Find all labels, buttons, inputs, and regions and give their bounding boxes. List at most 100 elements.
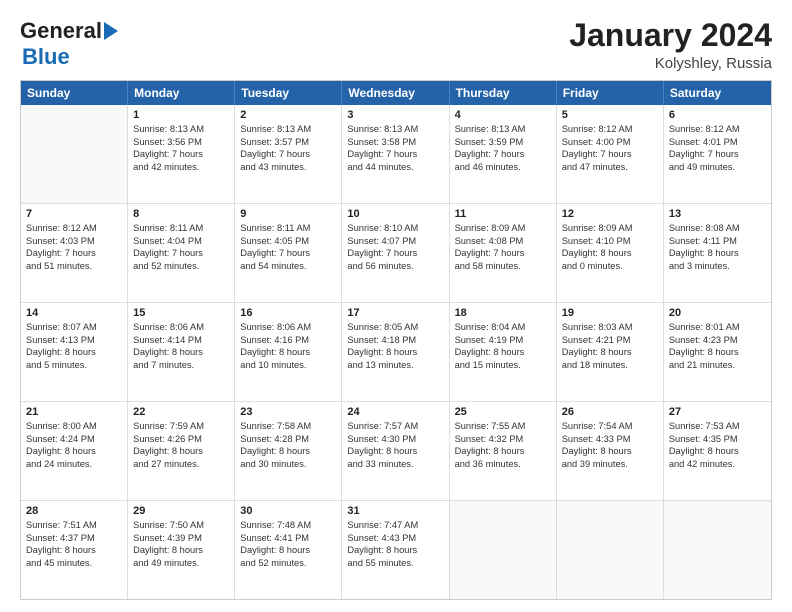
- day-number: 24: [347, 406, 443, 418]
- cal-cell: 18Sunrise: 8:04 AMSunset: 4:19 PMDayligh…: [450, 303, 557, 401]
- cell-info-line: Sunrise: 8:11 AM: [240, 222, 336, 235]
- calendar-body: 1Sunrise: 8:13 AMSunset: 3:56 PMDaylight…: [21, 105, 771, 599]
- cell-info-line: and 39 minutes.: [562, 458, 658, 471]
- day-number: 18: [455, 307, 551, 319]
- cell-info-line: Sunrise: 8:13 AM: [347, 123, 443, 136]
- cal-cell: 19Sunrise: 8:03 AMSunset: 4:21 PMDayligh…: [557, 303, 664, 401]
- day-number: 29: [133, 505, 229, 517]
- cell-info-line: and 49 minutes.: [669, 161, 766, 174]
- cal-header-tuesday: Tuesday: [235, 81, 342, 105]
- cell-info-line: Sunrise: 8:12 AM: [669, 123, 766, 136]
- cell-info-line: and 43 minutes.: [240, 161, 336, 174]
- cell-info-line: Sunrise: 7:54 AM: [562, 420, 658, 433]
- cell-info-line: Sunset: 4:24 PM: [26, 433, 122, 446]
- logo-blue: Blue: [22, 44, 70, 69]
- cell-info-line: Sunrise: 8:01 AM: [669, 321, 766, 334]
- cell-info-line: and 30 minutes.: [240, 458, 336, 471]
- cell-info-line: Sunset: 4:03 PM: [26, 235, 122, 248]
- cal-cell: [557, 501, 664, 599]
- day-number: 26: [562, 406, 658, 418]
- cell-info-line: Daylight: 8 hours: [669, 445, 766, 458]
- cell-info-line: Daylight: 8 hours: [26, 346, 122, 359]
- day-number: 1: [133, 109, 229, 121]
- cell-info-line: and 13 minutes.: [347, 359, 443, 372]
- cell-info-line: Daylight: 8 hours: [562, 247, 658, 260]
- day-number: 6: [669, 109, 766, 121]
- title-block: January 2024 Kolyshley, Russia: [569, 18, 772, 72]
- day-number: 11: [455, 208, 551, 220]
- cell-info-line: and 44 minutes.: [347, 161, 443, 174]
- cell-info-line: Sunrise: 8:13 AM: [240, 123, 336, 136]
- cal-cell: 12Sunrise: 8:09 AMSunset: 4:10 PMDayligh…: [557, 204, 664, 302]
- day-number: 10: [347, 208, 443, 220]
- cell-info-line: and 0 minutes.: [562, 260, 658, 273]
- cell-info-line: Sunset: 4:13 PM: [26, 334, 122, 347]
- cell-info-line: Sunset: 4:39 PM: [133, 532, 229, 545]
- cell-info-line: Sunset: 4:37 PM: [26, 532, 122, 545]
- cell-info-line: Daylight: 8 hours: [240, 445, 336, 458]
- cal-cell: 11Sunrise: 8:09 AMSunset: 4:08 PMDayligh…: [450, 204, 557, 302]
- cell-info-line: Sunrise: 7:57 AM: [347, 420, 443, 433]
- day-number: 25: [455, 406, 551, 418]
- cal-cell: 30Sunrise: 7:48 AMSunset: 4:41 PMDayligh…: [235, 501, 342, 599]
- logo: General Blue: [20, 18, 118, 70]
- cell-info-line: Sunset: 4:18 PM: [347, 334, 443, 347]
- cal-cell: 28Sunrise: 7:51 AMSunset: 4:37 PMDayligh…: [21, 501, 128, 599]
- cal-cell: 13Sunrise: 8:08 AMSunset: 4:11 PMDayligh…: [664, 204, 771, 302]
- cal-cell: 21Sunrise: 8:00 AMSunset: 4:24 PMDayligh…: [21, 402, 128, 500]
- cell-info-line: Sunrise: 8:08 AM: [669, 222, 766, 235]
- main-title: January 2024: [569, 18, 772, 53]
- cal-week-4: 21Sunrise: 8:00 AMSunset: 4:24 PMDayligh…: [21, 402, 771, 501]
- cal-cell: 9Sunrise: 8:11 AMSunset: 4:05 PMDaylight…: [235, 204, 342, 302]
- cal-cell: 22Sunrise: 7:59 AMSunset: 4:26 PMDayligh…: [128, 402, 235, 500]
- cell-info-line: and 36 minutes.: [455, 458, 551, 471]
- cell-info-line: Sunrise: 8:04 AM: [455, 321, 551, 334]
- cell-info-line: Daylight: 7 hours: [133, 148, 229, 161]
- cell-info-line: Sunset: 4:14 PM: [133, 334, 229, 347]
- calendar-header-row: SundayMondayTuesdayWednesdayThursdayFrid…: [21, 81, 771, 105]
- cell-info-line: Daylight: 8 hours: [133, 544, 229, 557]
- day-number: 4: [455, 109, 551, 121]
- day-number: 19: [562, 307, 658, 319]
- cell-info-line: Sunset: 4:33 PM: [562, 433, 658, 446]
- cal-cell: 5Sunrise: 8:12 AMSunset: 4:00 PMDaylight…: [557, 105, 664, 203]
- day-number: 9: [240, 208, 336, 220]
- cell-info-line: Daylight: 7 hours: [669, 148, 766, 161]
- day-number: 13: [669, 208, 766, 220]
- cal-header-sunday: Sunday: [21, 81, 128, 105]
- cell-info-line: and 5 minutes.: [26, 359, 122, 372]
- cell-info-line: Sunset: 4:08 PM: [455, 235, 551, 248]
- cell-info-line: and 15 minutes.: [455, 359, 551, 372]
- cal-cell: 27Sunrise: 7:53 AMSunset: 4:35 PMDayligh…: [664, 402, 771, 500]
- day-number: 31: [347, 505, 443, 517]
- cal-header-wednesday: Wednesday: [342, 81, 449, 105]
- day-number: 5: [562, 109, 658, 121]
- cell-info-line: Daylight: 8 hours: [455, 445, 551, 458]
- cell-info-line: Daylight: 8 hours: [455, 346, 551, 359]
- cell-info-line: Sunrise: 7:50 AM: [133, 519, 229, 532]
- day-number: 21: [26, 406, 122, 418]
- cal-cell: 6Sunrise: 8:12 AMSunset: 4:01 PMDaylight…: [664, 105, 771, 203]
- cell-info-line: Daylight: 7 hours: [455, 148, 551, 161]
- cell-info-line: and 47 minutes.: [562, 161, 658, 174]
- cell-info-line: Daylight: 8 hours: [26, 445, 122, 458]
- cell-info-line: Sunset: 4:11 PM: [669, 235, 766, 248]
- cal-cell: 2Sunrise: 8:13 AMSunset: 3:57 PMDaylight…: [235, 105, 342, 203]
- cell-info-line: and 52 minutes.: [240, 557, 336, 570]
- cell-info-line: Sunrise: 8:12 AM: [26, 222, 122, 235]
- cell-info-line: Daylight: 8 hours: [133, 445, 229, 458]
- cell-info-line: Daylight: 8 hours: [133, 346, 229, 359]
- cal-cell: [450, 501, 557, 599]
- cell-info-line: Sunrise: 8:09 AM: [455, 222, 551, 235]
- cal-cell: 3Sunrise: 8:13 AMSunset: 3:58 PMDaylight…: [342, 105, 449, 203]
- cell-info-line: and 54 minutes.: [240, 260, 336, 273]
- cell-info-line: and 58 minutes.: [455, 260, 551, 273]
- cell-info-line: and 45 minutes.: [26, 557, 122, 570]
- cal-week-3: 14Sunrise: 8:07 AMSunset: 4:13 PMDayligh…: [21, 303, 771, 402]
- cell-info-line: Sunrise: 8:13 AM: [455, 123, 551, 136]
- cell-info-line: and 7 minutes.: [133, 359, 229, 372]
- cell-info-line: Sunrise: 7:51 AM: [26, 519, 122, 532]
- cal-week-1: 1Sunrise: 8:13 AMSunset: 3:56 PMDaylight…: [21, 105, 771, 204]
- day-number: 30: [240, 505, 336, 517]
- cell-info-line: Sunrise: 8:09 AM: [562, 222, 658, 235]
